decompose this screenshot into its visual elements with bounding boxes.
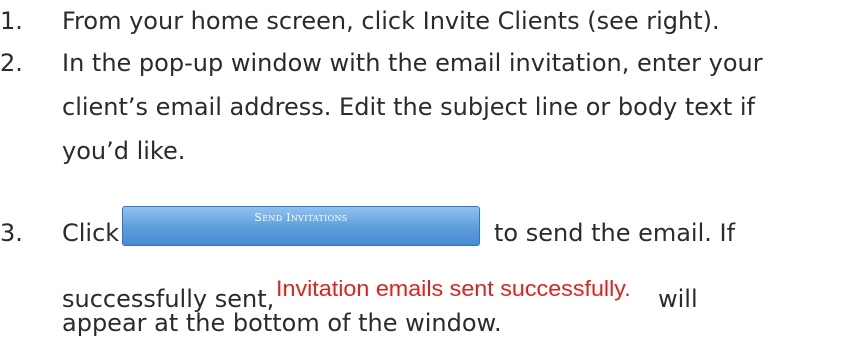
step-3-number: 3. xyxy=(0,219,23,247)
step-1-number: 1. xyxy=(0,7,23,35)
step-2-line-3: you’d like. xyxy=(62,137,186,165)
step-2-number: 2. xyxy=(0,49,23,77)
step-3-click-text: Click xyxy=(62,219,120,247)
step-3-after-button-text: to send the email. If xyxy=(494,219,736,247)
step-1-text: From your home screen, click Invite Clie… xyxy=(62,7,720,35)
step-3-line-3: appear at the bottom of the window. xyxy=(62,309,502,337)
success-message: Invitation emails sent successfully. xyxy=(276,276,631,301)
step-3-will-text: will xyxy=(658,285,698,313)
step-2-line-1: In the pop-up window with the email invi… xyxy=(62,49,763,77)
instruction-steps: 1. From your home screen, click Invite C… xyxy=(0,0,857,347)
send-invitations-button[interactable]: Send Invitations xyxy=(122,206,480,246)
step-2-line-2: client’s email address. Edit the subject… xyxy=(62,93,755,121)
